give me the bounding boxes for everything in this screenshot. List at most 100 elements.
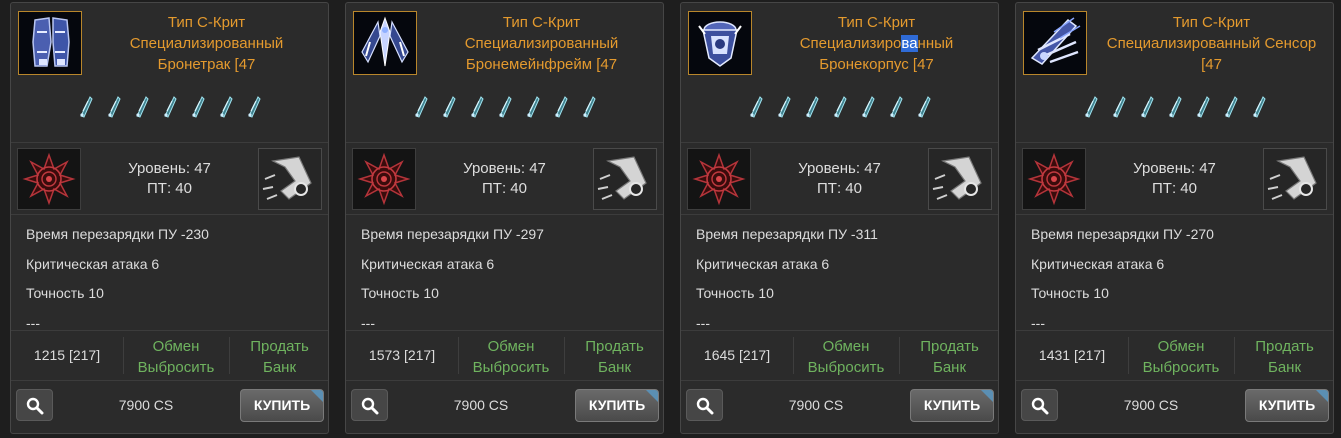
- faction-emblem-icon[interactable]: [352, 148, 416, 210]
- socket-gem-icon[interactable]: [1221, 95, 1240, 118]
- socket-gem-icon[interactable]: [551, 95, 570, 118]
- item-price: 1573 [217]: [368, 347, 436, 363]
- socket-gem-icon[interactable]: [411, 95, 430, 118]
- item-title[interactable]: Тип С-Крит Специализированный Бронемейнфре…: [424, 12, 659, 75]
- socket-gem-icon[interactable]: [1193, 95, 1212, 118]
- item-pt: ПТ: 40: [482, 180, 527, 197]
- item-title-line: Тип С-Крит: [502, 14, 581, 31]
- item-title-line: Специализированный: [129, 35, 284, 52]
- sell-link[interactable]: Продать: [1234, 336, 1333, 357]
- stat-line: Точность 10: [361, 285, 439, 301]
- socket-gem-icon[interactable]: [830, 95, 849, 118]
- buy-row: 7900 CS КУПИТЬ: [1016, 381, 1333, 431]
- corner-tag-icon: [1316, 390, 1328, 402]
- socket-gem-icon[interactable]: [774, 95, 793, 118]
- item-title-line: Специализированный Сенсор: [1106, 35, 1317, 52]
- search-button[interactable]: [16, 389, 53, 421]
- item-card: Тип С-Крит Специализированный Бронетрак [4…: [10, 2, 329, 434]
- search-button[interactable]: [686, 389, 723, 421]
- item-level: Уровень: 47: [798, 160, 881, 177]
- buy-label: КУПИТЬ: [923, 397, 981, 413]
- item-title-line: Специализированный: [464, 35, 619, 52]
- stat-line: Время перезарядки ПУ -270: [1031, 226, 1214, 242]
- socket-gem-icon[interactable]: [1081, 95, 1100, 118]
- stat-line: Время перезарядки ПУ -311: [696, 226, 878, 242]
- socket-gem-icon[interactable]: [495, 95, 514, 118]
- bank-link[interactable]: Банк: [1234, 357, 1333, 378]
- socket-gem-icon[interactable]: [523, 95, 542, 118]
- socket-gem-icon[interactable]: [886, 95, 905, 118]
- socket-gem-icon[interactable]: [1109, 95, 1128, 118]
- socket-gem-icon[interactable]: [244, 95, 263, 118]
- sell-link[interactable]: Продать: [229, 336, 328, 357]
- category-icon[interactable]: [1263, 148, 1327, 210]
- exchange-link[interactable]: Обмен: [793, 336, 899, 357]
- item-title-line: [47: [1201, 56, 1222, 73]
- socket-gem-icon[interactable]: [160, 95, 179, 118]
- stats-list: Время перезарядки ПУ -270 Критическая ата…: [1016, 215, 1333, 331]
- faction-emblem-icon[interactable]: [1022, 148, 1086, 210]
- armor-mainframe-icon[interactable]: [353, 11, 417, 75]
- bank-link[interactable]: Банк: [899, 357, 998, 378]
- socket-gem-icon[interactable]: [439, 95, 458, 118]
- socket-gem-icon[interactable]: [914, 95, 933, 118]
- socket-gem-icon[interactable]: [132, 95, 151, 118]
- category-icon[interactable]: [928, 148, 992, 210]
- drop-link[interactable]: Выбросить: [123, 357, 229, 378]
- item-price: 1645 [217]: [703, 347, 771, 363]
- level-row: Уровень: 47 ПТ: 40: [11, 143, 328, 215]
- actions-row: 1573 [217] Обмен Выбросить Продать Банк: [346, 331, 663, 381]
- socket-gem-icon[interactable]: [1165, 95, 1184, 118]
- socket-gem-icon[interactable]: [1249, 95, 1268, 118]
- title-text: Специализиро: [799, 35, 902, 52]
- search-button[interactable]: [351, 389, 388, 421]
- sell-link[interactable]: Продать: [899, 336, 998, 357]
- exchange-link[interactable]: Обмен: [123, 336, 229, 357]
- bank-link[interactable]: Банк: [229, 357, 328, 378]
- drop-link[interactable]: Выбросить: [458, 357, 564, 378]
- socket-gem-icon[interactable]: [858, 95, 877, 118]
- buy-button[interactable]: КУПИТЬ: [575, 389, 659, 422]
- actions-row: 1645 [217] Обмен Выбросить Продать Банк: [681, 331, 998, 381]
- socket-gem-icon[interactable]: [104, 95, 123, 118]
- buy-label: КУПИТЬ: [588, 397, 646, 413]
- buy-button[interactable]: КУПИТЬ: [1245, 389, 1329, 422]
- socket-gem-icon[interactable]: [467, 95, 486, 118]
- faction-emblem-icon[interactable]: [17, 148, 81, 210]
- armor-body-icon[interactable]: [688, 11, 752, 75]
- category-icon[interactable]: [593, 148, 657, 210]
- drop-link[interactable]: Выбросить: [1128, 357, 1234, 378]
- corner-tag-icon: [311, 390, 323, 402]
- buy-row: 7900 CS КУПИТЬ: [681, 381, 998, 431]
- item-title[interactable]: Тип С-Крит Специализированный Бронетрак [4…: [89, 12, 324, 75]
- socket-gem-icon[interactable]: [802, 95, 821, 118]
- text-selection: ва: [901, 35, 918, 52]
- actions-row: 1431 [217] Обмен Выбросить Продать Банк: [1016, 331, 1333, 381]
- exchange-link[interactable]: Обмен: [1128, 336, 1234, 357]
- item-pt: ПТ: 40: [1152, 180, 1197, 197]
- socket-gem-icon[interactable]: [579, 95, 598, 118]
- item-title[interactable]: Тип С-Крит Специализированный Сенсор [47: [1094, 12, 1329, 75]
- category-icon[interactable]: [258, 148, 322, 210]
- title-text: нный: [917, 35, 954, 52]
- drop-link[interactable]: Выбросить: [793, 357, 899, 378]
- search-button[interactable]: [1021, 389, 1058, 421]
- item-cost: 7900 CS: [453, 397, 509, 413]
- socket-gem-icon[interactable]: [1137, 95, 1156, 118]
- armor-sensor-icon[interactable]: [1023, 11, 1087, 75]
- item-cost: 7900 CS: [1123, 397, 1179, 413]
- exchange-link[interactable]: Обмен: [458, 336, 564, 357]
- sell-link[interactable]: Продать: [564, 336, 663, 357]
- socket-gem-icon[interactable]: [746, 95, 765, 118]
- item-title[interactable]: Тип С-Крит Специализированный Бронекорпус …: [759, 12, 994, 75]
- buy-button[interactable]: КУПИТЬ: [910, 389, 994, 422]
- socket-row: [346, 95, 663, 118]
- buy-button[interactable]: КУПИТЬ: [240, 389, 324, 422]
- bank-link[interactable]: Банк: [564, 357, 663, 378]
- armor-legs-icon[interactable]: [18, 11, 82, 75]
- faction-emblem-icon[interactable]: [687, 148, 751, 210]
- socket-gem-icon[interactable]: [216, 95, 235, 118]
- socket-gem-icon[interactable]: [188, 95, 207, 118]
- store-actions: Продать Банк: [229, 336, 328, 378]
- socket-gem-icon[interactable]: [76, 95, 95, 118]
